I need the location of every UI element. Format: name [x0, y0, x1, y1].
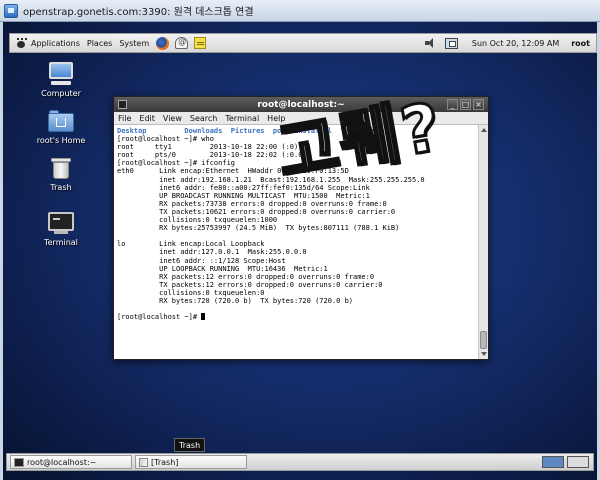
terminal-prompt-line[interactable]: [root@localhost ~]#: [117, 313, 475, 321]
terminal-line: collisions:0 txqueuelen:0: [117, 288, 265, 297]
taskbar-item-label: [Trash]: [151, 457, 179, 467]
workspace-1[interactable]: [542, 456, 564, 468]
network-icon[interactable]: [444, 37, 458, 49]
menu-terminal[interactable]: Terminal: [225, 114, 259, 123]
desktop-icon-label: Trash: [50, 183, 72, 192]
scroll-up-arrow-icon[interactable]: [481, 128, 487, 132]
bottom-panel: root@localhost:~ [Trash]: [6, 453, 594, 471]
desktop-icon-home[interactable]: root's Home: [26, 109, 96, 145]
close-button[interactable]: ×: [473, 99, 484, 110]
clock[interactable]: Sun Oct 20, 12:09 AM: [472, 39, 559, 48]
trash-icon: [139, 457, 148, 467]
terminal-icon: [48, 211, 74, 235]
rdp-title-bar: openstrap.gonetis.com:3390: 원격 데스크톱 연결: [0, 0, 600, 22]
mail-icon[interactable]: [175, 37, 189, 49]
volume-icon[interactable]: [424, 38, 437, 48]
terminal-line: RX bytes:25753997 (24.5 MiB) TX bytes:80…: [117, 224, 400, 233]
desktop-icon-label: Terminal: [44, 238, 78, 247]
notes-icon[interactable]: [194, 37, 207, 49]
desktop-icon-label: root's Home: [36, 136, 86, 145]
terminal-line: lo Link encap:Local Loopback: [117, 240, 265, 249]
terminal-scrollbar[interactable]: [478, 125, 488, 359]
terminal-line: inet addr:127.0.0.1 Mask:255.0.0.0: [117, 248, 307, 257]
terminal-line: RX bytes:720 (720.0 b) TX bytes:720 (720…: [117, 296, 354, 305]
gnome-foot-icon: [16, 37, 28, 49]
window-controls: _ □ ×: [445, 99, 484, 110]
tooltip: Trash: [174, 438, 206, 452]
minimize-button[interactable]: _: [447, 99, 458, 110]
terminal-line: TX packets:10621 errors:0 dropped:0 over…: [117, 207, 396, 216]
terminal-line: TX packets:12 errors:0 dropped:0 overrun…: [117, 280, 383, 289]
desktop-icon-label: Computer: [41, 89, 81, 98]
taskbar-item-trash[interactable]: [Trash]: [135, 455, 247, 469]
menu-file[interactable]: File: [118, 114, 131, 123]
scroll-down-arrow-icon[interactable]: [481, 352, 487, 356]
terminal-line: RX packets:73738 errors:0 dropped:0 over…: [117, 199, 387, 208]
terminal-line: UP LOOPBACK RUNNING MTU:16436 Metric:1: [117, 264, 328, 273]
workspace-switcher: [539, 456, 589, 468]
rdp-window-title: openstrap.gonetis.com:3390: 원격 데스크톱 연결: [23, 7, 254, 18]
terminal-prompt: [root@localhost ~]#: [117, 313, 202, 322]
taskbar-item-terminal[interactable]: root@localhost:~: [10, 455, 132, 469]
top-panel: Applications Places System Sun Oct 20, 1…: [9, 33, 597, 53]
terminal-cursor: [201, 313, 206, 321]
taskbar-item-label: root@localhost:~: [27, 457, 97, 467]
user-menu[interactable]: root: [571, 39, 590, 48]
terminal-icon: [14, 457, 24, 467]
computer-icon: [47, 62, 75, 86]
menu-view[interactable]: View: [163, 114, 182, 123]
remote-desktop-icon: [4, 3, 18, 18]
menu-search[interactable]: Search: [190, 114, 217, 123]
maximize-button[interactable]: □: [460, 99, 471, 110]
firefox-icon[interactable]: [156, 36, 170, 50]
terminal-line: inet6 addr: ::1/128 Scope:Host: [117, 256, 286, 265]
panel-tray: Sun Oct 20, 12:09 AM root: [424, 37, 596, 49]
places-menu[interactable]: Places: [87, 39, 112, 48]
terminal-app-icon: [118, 100, 127, 109]
workspace-2[interactable]: [567, 456, 589, 468]
terminal-line: RX packets:12 errors:0 dropped:0 overrun…: [117, 272, 375, 281]
scrollbar-thumb[interactable]: [480, 331, 487, 349]
trash-icon: [51, 156, 71, 180]
desktop-icon-computer[interactable]: Computer: [26, 62, 96, 98]
terminal-line: collisions:0 txqueuelen:1000: [117, 216, 278, 225]
menu-edit[interactable]: Edit: [139, 114, 155, 123]
home-folder-icon: [48, 109, 74, 133]
desktop-icon-terminal[interactable]: Terminal: [26, 211, 96, 247]
applications-menu[interactable]: Applications: [31, 39, 80, 48]
system-menu[interactable]: System: [119, 39, 149, 48]
desktop-icon-trash[interactable]: Trash: [26, 156, 96, 192]
